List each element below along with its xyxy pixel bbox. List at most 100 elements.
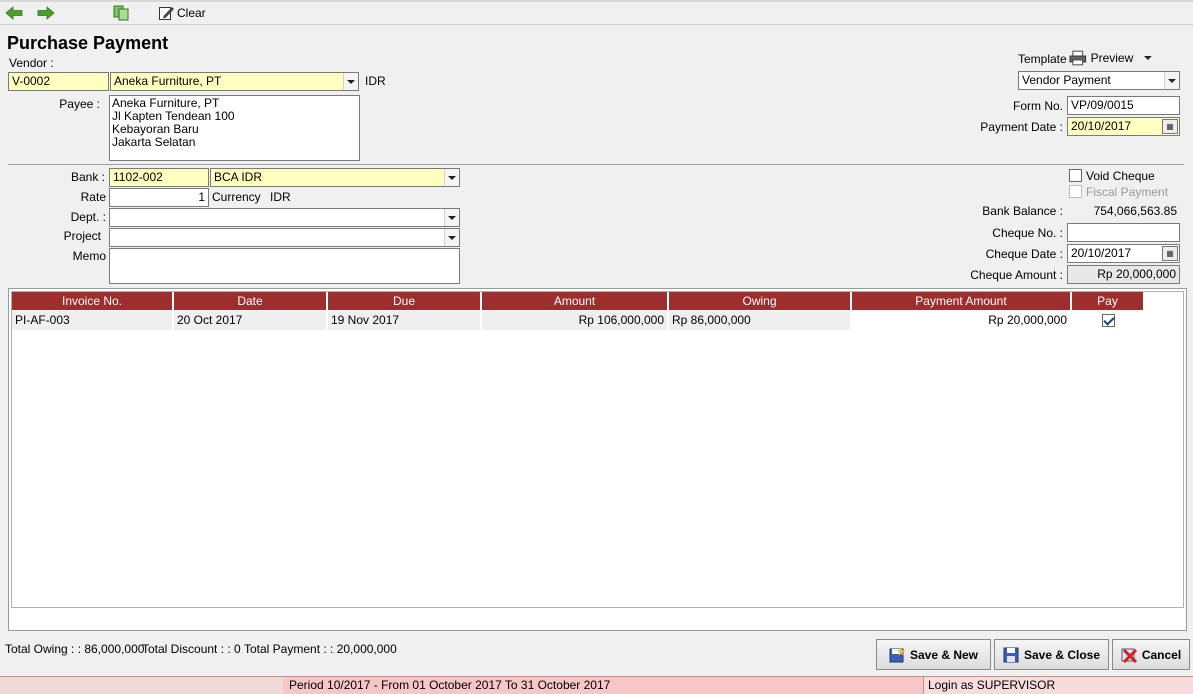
template-label: Template — [1018, 52, 1067, 66]
calendar-icon[interactable]: ▦ — [1162, 119, 1178, 134]
clear-button[interactable]: Clear — [158, 3, 206, 23]
invoice-grid: Invoice No. Date Due Amount Owing Paymen… — [8, 288, 1187, 631]
copy-icon — [113, 5, 129, 21]
cheque-date-value: 20/10/2017 — [1071, 246, 1132, 260]
rate-field[interactable]: 1 — [109, 188, 209, 207]
project-label: Project — [63, 229, 101, 243]
vendor-name-value: Aneka Furniture, PT — [114, 74, 222, 88]
pay-checkbox[interactable] — [1102, 314, 1115, 327]
save-icon — [1003, 647, 1019, 662]
cheque-no-field[interactable] — [1067, 223, 1180, 242]
chevron-down-icon[interactable] — [1164, 72, 1179, 89]
bank-code-field[interactable]: 1102-002 — [109, 168, 209, 187]
cell-pay[interactable] — [1072, 311, 1145, 330]
save-new-icon — [889, 646, 905, 662]
memo-label: Memo — [72, 249, 106, 263]
memo-textarea[interactable] — [109, 248, 460, 284]
void-cheque-label: Void Cheque — [1086, 169, 1155, 183]
void-cheque-checkbox[interactable] — [1069, 169, 1082, 182]
status-bar: Period 10/2017 - From 01 October 2017 To… — [0, 676, 1193, 694]
save-close-label: Save & Close — [1023, 647, 1101, 662]
calendar-icon[interactable]: ▦ — [1162, 246, 1178, 261]
fiscal-payment-checkbox[interactable] — [1069, 185, 1082, 198]
header-separator — [8, 164, 1184, 165]
status-login: Login as SUPERVISOR — [928, 678, 1056, 692]
cancel-icon — [1121, 648, 1137, 663]
page-title: Purchase Payment — [7, 33, 169, 53]
col-due[interactable]: Due — [328, 292, 482, 310]
project-select[interactable] — [109, 228, 460, 247]
cell-invoice-no: PI-AF-003 — [12, 311, 174, 330]
total-owing: Total Owing : : 86,000,000 — [5, 642, 145, 656]
col-payment-amount[interactable]: Payment Amount — [852, 292, 1072, 310]
chevron-down-icon[interactable] — [444, 229, 459, 246]
toolbar: Clear — [0, 0, 1193, 25]
bank-balance-value: 754,066,563.85 — [1093, 204, 1177, 218]
preview-label: Preview — [1090, 51, 1134, 65]
grid-header: Invoice No. Date Due Amount Owing Paymen… — [12, 292, 1145, 310]
caret-down-icon — [1144, 56, 1153, 60]
currency-label: Currency — [212, 190, 261, 204]
bank-name-value: BCA IDR — [214, 170, 263, 184]
col-amount[interactable]: Amount — [482, 292, 669, 310]
payee-line: Jakarta Selatan — [112, 135, 196, 149]
vendor-code-field[interactable]: V-0002 — [8, 72, 109, 91]
back-button[interactable] — [5, 3, 23, 23]
currency-value: IDR — [270, 190, 291, 204]
col-date[interactable]: Date — [174, 292, 328, 310]
cell-owing: Rp 86,000,000 — [669, 311, 852, 330]
form-no-field[interactable]: VP/09/0015 — [1067, 96, 1180, 115]
vendor-name-select[interactable]: Aneka Furniture, PT — [110, 72, 359, 91]
cheque-amount-field: Rp 20,000,000 — [1067, 265, 1180, 284]
payment-date-field[interactable]: 20/10/2017 ▦ — [1067, 117, 1180, 136]
arrow-left-icon — [5, 6, 23, 20]
vendor-currency: IDR — [365, 74, 386, 88]
save-close-button[interactable]: Save & Close — [994, 639, 1109, 670]
rate-label: Rate — [80, 190, 106, 204]
cancel-label: Cancel — [1141, 647, 1182, 662]
dept-label: Dept. : — [70, 210, 106, 224]
forward-button[interactable] — [37, 3, 55, 23]
status-period-panel: Period 10/2017 - From 01 October 2017 To… — [283, 677, 923, 694]
cheque-date-field[interactable]: 20/10/2017 ▦ — [1067, 244, 1180, 263]
col-invoice-no[interactable]: Invoice No. — [12, 292, 174, 310]
arrow-right-icon — [37, 6, 55, 20]
chevron-down-icon[interactable] — [343, 73, 358, 90]
toolbar-top-border — [0, 0, 1193, 2]
cheque-amount-label: Cheque Amount : — [970, 268, 1063, 282]
cell-date: 20 Oct 2017 — [174, 311, 328, 330]
save-new-label: Save & New — [909, 647, 979, 662]
template-value: Vendor Payment — [1022, 73, 1111, 87]
cheque-date-label: Cheque Date : — [985, 247, 1063, 261]
invoice-grid-body: Invoice No. Date Due Amount Owing Paymen… — [11, 291, 1184, 608]
status-login-panel: Login as SUPERVISOR — [923, 677, 1193, 694]
table-row[interactable]: PI-AF-003 20 Oct 2017 19 Nov 2017 Rp 106… — [12, 311, 1145, 330]
dept-select[interactable] — [109, 208, 460, 227]
cheque-no-label: Cheque No. : — [992, 226, 1063, 240]
cancel-button[interactable]: Cancel — [1112, 639, 1190, 670]
bank-label: Bank : — [70, 170, 105, 184]
col-owing[interactable]: Owing — [669, 292, 852, 310]
total-discount: Total Discount : : 0 — [142, 642, 241, 656]
payee-textarea[interactable]: Aneka Furniture, PT Jl Kapten Tendean 10… — [109, 95, 360, 161]
cell-payment-amount[interactable]: Rp 20,000,000 — [852, 311, 1072, 330]
bank-name-select[interactable]: BCA IDR — [210, 168, 460, 187]
printer-icon — [1069, 50, 1087, 66]
bank-balance-label: Bank Balance : — [982, 204, 1063, 218]
copy-button[interactable] — [112, 3, 130, 23]
vendor-label: Vendor : — [9, 56, 54, 70]
payee-label: Payee : — [59, 97, 100, 111]
preview-button[interactable]: Preview — [1069, 48, 1153, 68]
save-new-button[interactable]: Save & New — [876, 639, 991, 670]
status-period: Period 10/2017 - From 01 October 2017 To… — [289, 678, 611, 692]
payment-date-value: 20/10/2017 — [1071, 119, 1132, 133]
clear-label: Clear — [177, 6, 206, 20]
cell-amount: Rp 106,000,000 — [482, 311, 669, 330]
edit-icon — [159, 7, 174, 20]
chevron-down-icon[interactable] — [444, 169, 459, 186]
form-no-label: Form No. — [1012, 99, 1063, 113]
template-select[interactable]: Vendor Payment — [1018, 71, 1180, 90]
col-pay[interactable]: Pay — [1072, 292, 1145, 310]
cell-due: 19 Nov 2017 — [328, 311, 482, 330]
chevron-down-icon[interactable] — [444, 209, 459, 226]
